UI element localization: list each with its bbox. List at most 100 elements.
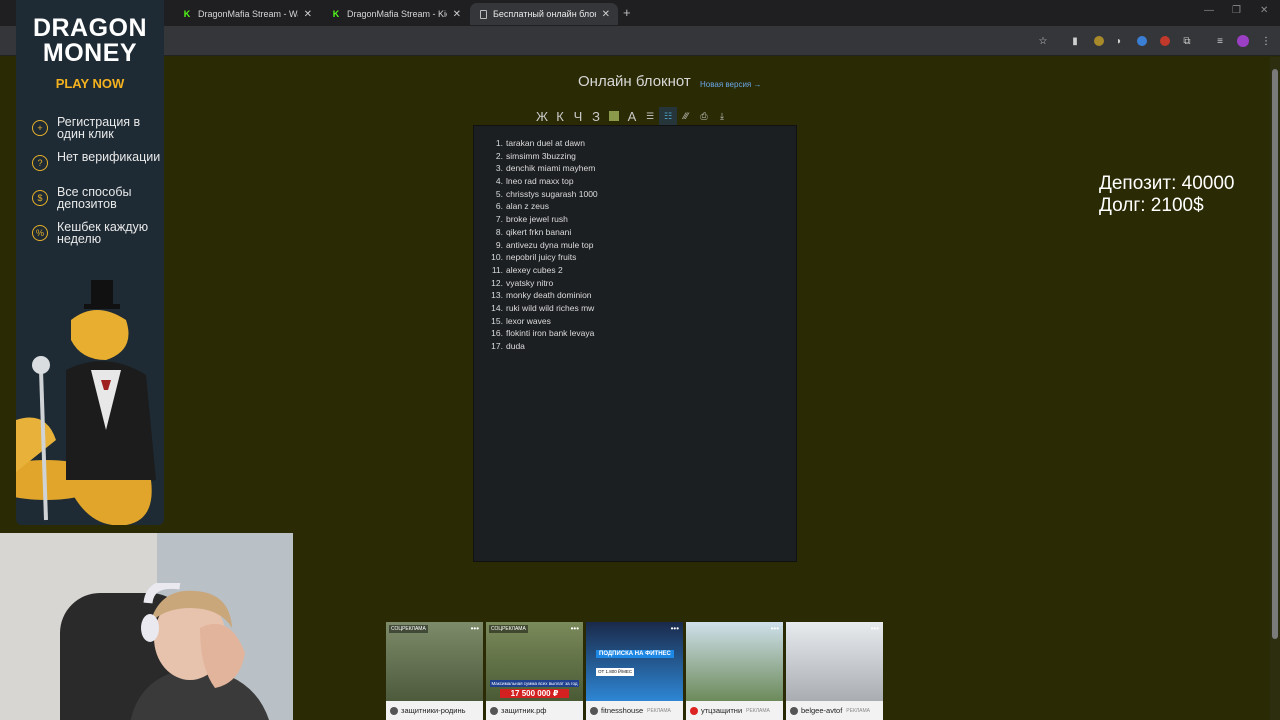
page-scrollbar[interactable] <box>1270 57 1280 720</box>
minimize-button[interactable]: — <box>1204 5 1214 16</box>
list-item: 9. antivezu dyna mule top <box>474 239 796 252</box>
dragon-mascot-image <box>16 280 156 525</box>
list-item: 16. flokinti iron bank levaya <box>474 327 796 340</box>
ad-caption: защитник.рф <box>490 706 546 715</box>
close-tab-icon[interactable]: ✕ <box>602 9 610 20</box>
list-item: 7. broke jewel rush <box>474 213 796 226</box>
kick-icon: K <box>183 9 191 19</box>
list-number: 12. <box>491 277 503 288</box>
ad-card[interactable]: СОЦРЕКЛАМА ••• Максимальная сумма всех в… <box>486 622 583 720</box>
close-tab-icon[interactable]: ✕ <box>453 9 461 20</box>
underline-button[interactable]: Ч <box>569 107 587 125</box>
extension-icon[interactable]: ◗ <box>1112 34 1126 48</box>
ad-feature-text: Все способы депозитов <box>57 185 132 211</box>
tab-kick-watch[interactable]: K DragonMafia Stream - Watch L ✕ <box>172 3 320 25</box>
kick-icon: K <box>332 9 340 19</box>
extensions-puzzle-icon[interactable]: ⧉ <box>1180 34 1194 48</box>
reading-list-icon[interactable]: ≡ <box>1213 34 1227 48</box>
extension-icon[interactable] <box>1135 34 1149 48</box>
download-button[interactable]: ⤓ <box>713 107 731 125</box>
more-options-icon[interactable]: ••• <box>771 624 779 633</box>
ad-image <box>386 622 483 701</box>
bookmark-star-icon[interactable]: ☆ <box>1036 34 1050 48</box>
ad-card[interactable]: ••• ПОДПИСКА НА ФИТНЕС ОТ 1.800 ₽/МЕС fi… <box>586 622 683 720</box>
tab-title: Бесплатный онлайн блокнот д <box>493 9 596 19</box>
tab-title: DragonMafia Stream - Watch L <box>198 9 298 19</box>
list-item: 1. tarakan duel at dawn <box>474 137 796 150</box>
more-options-icon[interactable]: ••• <box>471 624 479 633</box>
list-item-text: qikert frkn banani <box>506 226 572 237</box>
tab-kick-dashboard[interactable]: K DragonMafia Stream - Kick Da ✕ <box>321 3 469 25</box>
ad-tag: СОЦРЕКЛАМА <box>389 625 428 633</box>
more-options-icon[interactable]: ••• <box>571 624 579 633</box>
italic-button[interactable]: К <box>551 107 569 125</box>
ad-card[interactable]: ••• belgee-avtof РЕКЛАМА <box>786 622 883 720</box>
list-item: 6. alan z zeus <box>474 200 796 213</box>
list-item-text: nepobril juicy fruits <box>506 252 577 263</box>
dragon-money-ad-banner[interactable]: DRAGON MONEY PLAY NOW + Регистрация в од… <box>16 0 164 525</box>
close-tab-icon[interactable]: ✕ <box>304 9 312 20</box>
scrollbar-thumb[interactable] <box>1272 69 1278 639</box>
link-button[interactable]: ⁄⁄⁄ <box>677 107 695 125</box>
streamer-webcam <box>0 533 293 720</box>
ad-card[interactable]: ••• утцзащитни РЕКЛАМА <box>686 622 783 720</box>
advertiser-logo-icon <box>790 706 798 715</box>
ad-feature-deposits: $ Все способы депозитов <box>32 186 162 210</box>
ad-image <box>586 622 683 701</box>
coin-icon: $ <box>32 190 48 206</box>
list-item: 2. simsimm 3buzzing <box>474 150 796 163</box>
editor-toolbar: Ж К Ч З A ☰ ☷ ⁄⁄⁄ ⎙ ⤓ <box>533 107 731 125</box>
extension-icon[interactable]: ▮ <box>1068 34 1082 48</box>
list-item-text: alexey cubes 2 <box>506 264 563 275</box>
ad-banner-price: ОТ 1.800 ₽/МЕС <box>596 668 635 676</box>
ad-feature-cashback: % Кешбек каждую неделю <box>32 221 162 245</box>
close-window-button[interactable]: ✕ <box>1260 5 1268 16</box>
strikethrough-button[interactable]: З <box>587 107 605 125</box>
play-now-cta[interactable]: PLAY NOW <box>16 76 164 91</box>
browser-toolbar: ☆ ▮ ◗ ⧉ ≡ ⋮ <box>0 26 1280 56</box>
ad-card[interactable]: СОЦРЕКЛАМА ••• защитники-родинь <box>386 622 483 720</box>
extension-icon[interactable] <box>1158 34 1172 48</box>
new-version-link[interactable]: Новая версия → <box>700 80 761 89</box>
list-item-text: tarakan duel at dawn <box>506 138 585 148</box>
page-title: Онлайн блокнот <box>578 73 691 90</box>
list-number: 13. <box>491 290 503 301</box>
question-icon: ? <box>32 155 48 171</box>
list-item-text: vyatsky nitro <box>506 277 554 288</box>
ads-strip: СОЦРЕКЛАМА ••• защитники-родинь СОЦРЕКЛА… <box>386 622 883 720</box>
list-item: 3. denchik miami mayhem <box>474 162 796 175</box>
menu-kebab-icon[interactable]: ⋮ <box>1259 34 1273 48</box>
profile-avatar[interactable] <box>1236 34 1250 48</box>
numbered-list-button[interactable]: ☷ <box>659 107 677 125</box>
list-item-text: ruki wild wild riches mw <box>506 302 595 313</box>
brand-line-1: DRAGON <box>32 14 148 42</box>
list-number: 17. <box>491 341 503 351</box>
advertiser-logo-icon <box>690 706 698 715</box>
list-item: 8. qikert frkn banani <box>474 226 796 239</box>
ad-feature-text: Нет верификации <box>57 150 161 164</box>
numbered-list: 1. tarakan duel at dawn 2. simsimm 3buzzing… <box>474 126 796 353</box>
bullet-list-button[interactable]: ☰ <box>641 107 659 125</box>
highlight-color-button[interactable] <box>605 107 623 125</box>
percent-icon: % <box>32 225 48 241</box>
print-button[interactable]: ⎙ <box>695 107 713 125</box>
deposit-label: Депозит: 40000 <box>1099 173 1235 194</box>
list-item-text: duda <box>506 341 525 351</box>
list-number: 16. <box>491 328 503 339</box>
list-item-text: flokinti iron bank levaya <box>506 328 595 339</box>
advertiser-logo-icon <box>490 706 498 715</box>
advertiser-logo-icon <box>390 706 398 715</box>
bold-button[interactable]: Ж <box>533 107 551 125</box>
list-item: 12. vyatsky nitro <box>474 277 796 290</box>
extension-icon[interactable] <box>1092 34 1106 48</box>
new-tab-button[interactable]: + <box>623 5 631 20</box>
maximize-button[interactable]: ❐ <box>1232 5 1241 16</box>
list-number: 2. <box>495 150 503 161</box>
stream-overlay-stats: Депозит: 40000 Долг: 2100$ <box>1099 173 1235 217</box>
more-options-icon[interactable]: ••• <box>671 624 679 633</box>
tab-notepad[interactable]: Бесплатный онлайн блокнот д ✕ <box>470 3 618 25</box>
font-color-button[interactable]: A <box>623 107 641 125</box>
list-item-text: alan z zeus <box>506 201 549 212</box>
notepad-editor[interactable]: 1. tarakan duel at dawn 2. simsimm 3buzzing… <box>473 125 797 562</box>
more-options-icon[interactable]: ••• <box>871 624 879 633</box>
